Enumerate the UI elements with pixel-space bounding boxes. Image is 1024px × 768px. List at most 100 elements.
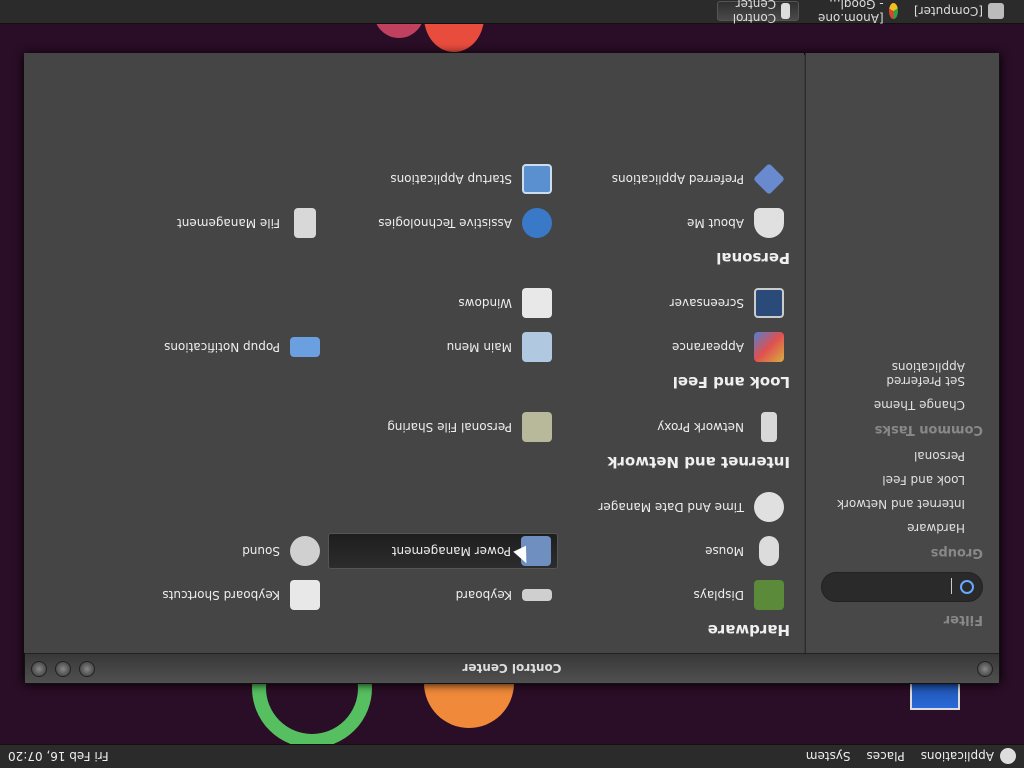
window-titlebar[interactable]: Control Center [25, 653, 999, 683]
mouse-icon [759, 536, 779, 566]
group-look-and-feel[interactable]: Look and Feel [822, 473, 965, 487]
item-displays-label: Displays [693, 588, 744, 602]
item-assistive-technologies[interactable]: Assistive Technologies [328, 205, 558, 241]
section-personal: Personal [716, 249, 790, 267]
hardware-grid: Displays Keyboard Keyboard Shortcuts Mou… [38, 481, 790, 613]
item-network-proxy-label: Network Proxy [657, 420, 744, 434]
group-hardware[interactable]: Hardware [822, 521, 965, 535]
chrome-icon [888, 3, 898, 20]
task-browser[interactable]: [Anom.one - Googl... [803, 0, 906, 26]
window-menu-button[interactable] [977, 661, 993, 677]
item-assistive-technologies-label: Assistive Technologies [378, 216, 512, 230]
item-mouse[interactable]: Mouse [560, 533, 790, 569]
filter-heading: Filter [943, 612, 983, 627]
maximize-button[interactable] [55, 661, 71, 677]
section-hardware: Hardware [707, 621, 790, 639]
item-keyboard-shortcuts-label: Keyboard Shortcuts [162, 588, 280, 602]
item-windows-label: Windows [458, 296, 512, 310]
about-me-icon [754, 208, 784, 238]
close-button[interactable] [31, 661, 47, 677]
item-popup-notifications[interactable]: Popup Notifications [96, 329, 326, 365]
item-file-management[interactable]: File Management [96, 205, 326, 241]
top-panel: Applications Places System Fri Feb 16, 0… [0, 744, 1024, 768]
item-time-and-date-label: Time And Date Manager [598, 500, 744, 514]
applications-label: Applications [920, 749, 994, 764]
item-time-and-date[interactable]: Time And Date Manager [560, 489, 790, 525]
keyboard-icon [522, 589, 552, 601]
item-windows[interactable]: Windows [328, 285, 558, 321]
item-about-me[interactable]: About Me [560, 205, 790, 241]
search-icon [960, 580, 974, 594]
task-control-center-label: Control Center [732, 0, 777, 26]
filter-input[interactable] [821, 572, 983, 602]
network-proxy-icon [761, 412, 777, 442]
task-set-preferred-applications[interactable]: Set Preferred Applications [875, 360, 965, 388]
bottom-panel: [Computer] [Anom.one - Googl... Control … [0, 0, 1024, 26]
file-management-icon [294, 208, 316, 238]
desktop: Applications Places System Fri Feb 16, 0… [0, 0, 1024, 768]
preferred-apps-icon [753, 163, 785, 195]
item-keyboard-shortcuts[interactable]: Keyboard Shortcuts [96, 577, 326, 613]
item-sound[interactable]: Sound [96, 533, 326, 569]
personal-grid: About Me Assistive Technologies File Man… [38, 153, 790, 241]
item-screensaver[interactable]: Screensaver [560, 285, 790, 321]
item-main-menu[interactable]: Main Menu [328, 329, 558, 365]
item-screensaver-label: Screensaver [669, 296, 744, 310]
item-personal-file-sharing-label: Personal File Sharing [387, 420, 512, 434]
section-internet-and-network: Internet and Network [607, 453, 790, 471]
sidebar: Filter Groups Hardware Internet and Netw… [805, 53, 999, 653]
item-power-management-label: Power Management [391, 544, 511, 558]
minimize-button[interactable] [79, 661, 95, 677]
assistive-icon [522, 208, 552, 238]
item-appearance[interactable]: Appearance [560, 329, 790, 365]
item-keyboard-label: Keyboard [455, 588, 512, 602]
keyboard-shortcuts-icon [290, 580, 320, 610]
item-popup-notifications-label: Popup Notifications [164, 340, 280, 354]
item-personal-file-sharing[interactable]: Personal File Sharing [328, 409, 558, 445]
item-preferred-applications-label: Preferred Applications [611, 172, 744, 186]
places-label: Places [866, 749, 905, 764]
internet-grid: Network Proxy Personal File Sharing [38, 401, 790, 445]
common-tasks-heading: Common Tasks [874, 422, 983, 437]
task-computer-label: [Computer] [913, 4, 983, 19]
item-startup-applications[interactable]: Startup Applications [328, 161, 558, 197]
clock[interactable]: Fri Feb 16, 07:20 [0, 746, 117, 768]
system-menu[interactable]: System [798, 746, 859, 768]
file-sharing-icon [522, 412, 552, 442]
item-network-proxy[interactable]: Network Proxy [560, 409, 790, 445]
item-preferred-applications[interactable]: Preferred Applications [560, 161, 790, 197]
control-center-icon [781, 3, 791, 20]
item-displays[interactable]: Displays [560, 577, 790, 613]
popup-notifications-icon [290, 337, 320, 357]
group-personal[interactable]: Personal [822, 449, 965, 463]
control-center-window: Control Center Filter Groups Hardware In… [24, 53, 1000, 684]
task-control-center[interactable]: Control Center [716, 0, 800, 26]
group-internet-and-network[interactable]: Internet and Network [822, 497, 965, 511]
distro-logo-icon [1000, 748, 1016, 765]
screensaver-icon [754, 288, 784, 318]
item-main-menu-label: Main Menu [446, 340, 512, 354]
task-computer[interactable]: [Computer] [906, 2, 1012, 22]
section-look-and-feel: Look and Feel [672, 373, 790, 391]
system-label: System [805, 749, 851, 764]
item-about-me-label: About Me [686, 216, 744, 230]
item-keyboard[interactable]: Keyboard [328, 577, 558, 613]
folder-icon [988, 3, 1004, 20]
main-panel: Hardware Displays Keyboard Keyboard Shor… [24, 53, 804, 653]
task-change-theme[interactable]: Change Theme [822, 398, 965, 412]
item-sound-label: Sound [242, 544, 280, 558]
clock-icon [754, 492, 784, 522]
groups-heading: Groups [930, 545, 983, 560]
appearance-icon [754, 332, 784, 362]
item-startup-applications-label: Startup Applications [390, 172, 512, 186]
windows-icon [522, 288, 552, 318]
window-title: Control Center [462, 661, 562, 676]
main-menu-icon [522, 332, 552, 362]
places-menu[interactable]: Places [859, 746, 913, 768]
task-browser-label: [Anom.one - Googl... [817, 0, 884, 26]
display-icon [754, 580, 784, 610]
item-appearance-label: Appearance [671, 340, 744, 354]
clock-label: Fri Feb 16, 07:20 [8, 749, 109, 764]
look-and-feel-grid: Appearance Main Menu Popup Notifications… [38, 277, 790, 365]
applications-menu[interactable]: Applications [913, 746, 1024, 768]
